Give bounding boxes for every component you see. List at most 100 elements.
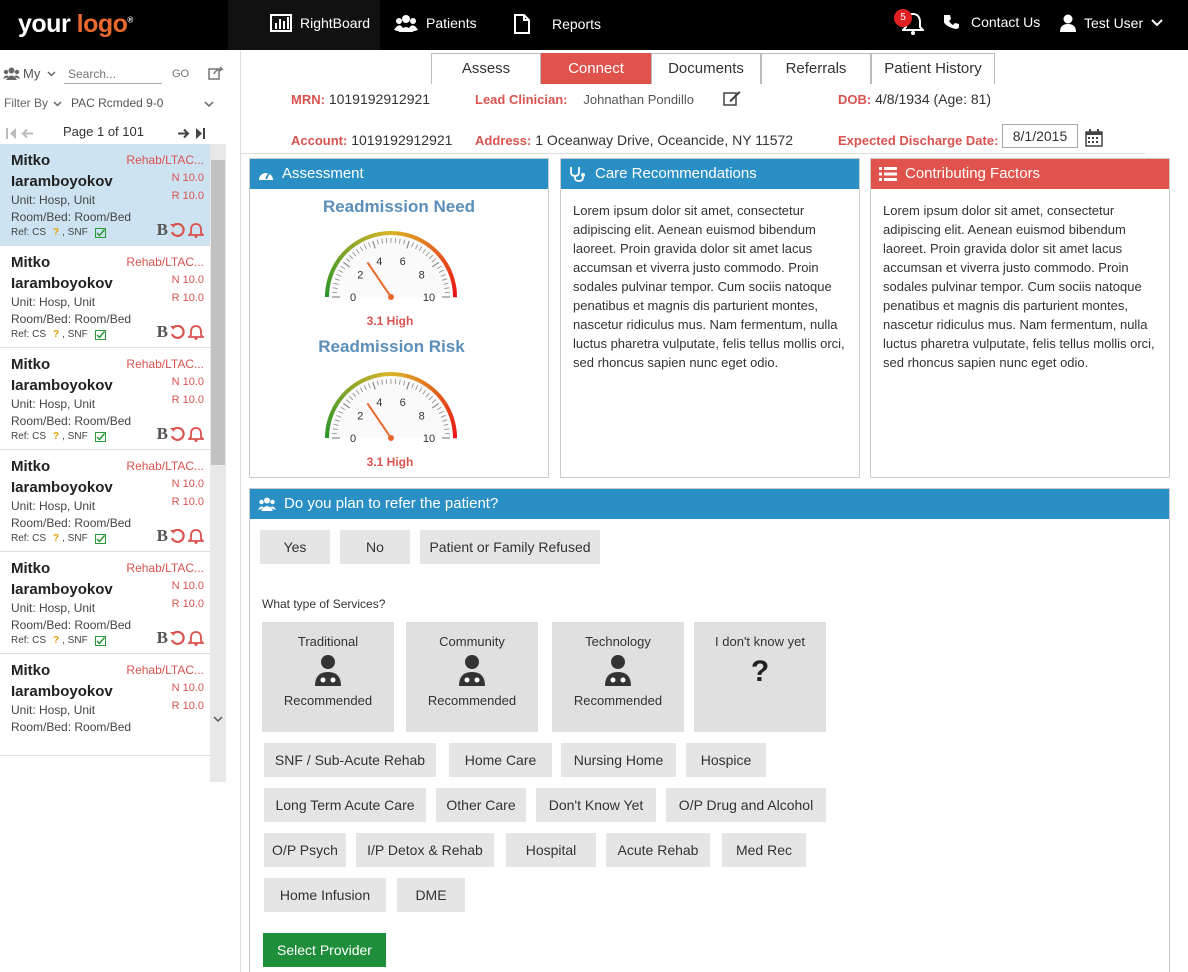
logo[interactable]: your logo® bbox=[18, 10, 133, 39]
patient-card[interactable]: Mitko Iaramboyokov Rehab/LTAC... N 10.0 R 10… bbox=[0, 144, 210, 246]
bell-icon[interactable] bbox=[188, 324, 204, 340]
gauge-band-segment bbox=[410, 234, 417, 240]
question-icon: ? bbox=[53, 431, 60, 442]
bold-b-icon[interactable]: B bbox=[157, 526, 168, 546]
my-filter[interactable]: My bbox=[23, 66, 40, 81]
gauge-band-segment bbox=[427, 384, 435, 391]
option-acute-rehab[interactable]: Acute Rehab bbox=[606, 833, 710, 867]
bold-b-icon[interactable]: B bbox=[157, 220, 168, 240]
tab-referrals[interactable]: Referrals bbox=[761, 53, 871, 84]
refresh-icon[interactable] bbox=[170, 426, 186, 442]
page-indicator: Page 1 of 101 bbox=[63, 124, 144, 139]
chevron-down-icon[interactable] bbox=[204, 101, 214, 107]
option-dme[interactable]: DME bbox=[397, 878, 465, 912]
bold-b-icon[interactable]: B bbox=[157, 628, 168, 648]
bell-icon[interactable] bbox=[188, 630, 204, 646]
patient-card[interactable]: Mitko Iaramboyokov Rehab/LTAC... N 10.0 R 10… bbox=[0, 552, 210, 654]
dashboard-icon bbox=[259, 172, 273, 180]
service-community[interactable]: Community Recommended bbox=[406, 622, 538, 732]
refresh-icon[interactable] bbox=[170, 528, 186, 544]
bell-icon[interactable] bbox=[188, 426, 204, 442]
option-home-infusion[interactable]: Home Infusion bbox=[264, 878, 386, 912]
gauge-band-segment bbox=[400, 231, 407, 237]
gauge-band-segment bbox=[438, 395, 445, 402]
refresh-icon[interactable] bbox=[170, 324, 186, 340]
nav-patients[interactable]: Patients bbox=[394, 14, 477, 32]
tab-documents[interactable]: Documents bbox=[651, 53, 761, 84]
option-home-care[interactable]: Home Care bbox=[449, 743, 552, 777]
tab-connect[interactable]: Connect bbox=[541, 53, 651, 84]
option-op-psych[interactable]: O/P Psych bbox=[264, 833, 346, 867]
refused-button[interactable]: Patient or Family Refused bbox=[420, 530, 600, 564]
first-prev-page-icons[interactable] bbox=[5, 128, 35, 139]
option-op-drug-alcohol[interactable]: O/P Drug and Alcohol bbox=[666, 788, 826, 822]
option-med-rec[interactable]: Med Rec bbox=[722, 833, 806, 867]
yes-button[interactable]: Yes bbox=[260, 530, 330, 564]
discharge-label: Expected Discharge Date: bbox=[838, 133, 999, 148]
bold-b-icon[interactable]: B bbox=[157, 322, 168, 342]
option-snf[interactable]: SNF / Sub-Acute Rehab bbox=[264, 743, 436, 777]
go-button[interactable]: GO bbox=[172, 68, 189, 80]
no-button[interactable]: No bbox=[340, 530, 410, 564]
option-other-care[interactable]: Other Care bbox=[436, 788, 526, 822]
option-long-term-acute[interactable]: Long Term Acute Care bbox=[264, 788, 426, 822]
patient-need-score: N 10.0 bbox=[171, 580, 204, 592]
service-dont-know[interactable]: I don't know yet ? bbox=[694, 622, 826, 732]
search-input[interactable] bbox=[64, 64, 162, 84]
user-menu[interactable]: Test User bbox=[1060, 14, 1163, 32]
gauge-band-segment bbox=[452, 286, 457, 293]
phone-icon bbox=[944, 15, 959, 29]
gauge-band-segment bbox=[328, 271, 334, 278]
calendar-icon[interactable] bbox=[1085, 129, 1103, 147]
nav-rightboard[interactable]: RightBoard bbox=[270, 14, 370, 32]
gauge-band-segment bbox=[365, 375, 373, 381]
bell-icon[interactable] bbox=[188, 222, 204, 238]
patient-card[interactable]: Mitko Iaramboyokov Rehab/LTAC... N 10.0 R 10… bbox=[0, 348, 210, 450]
gauge-band-segment bbox=[434, 250, 442, 257]
discharge-date-input[interactable]: 8/1/2015 bbox=[1002, 124, 1078, 148]
stethoscope-icon bbox=[570, 167, 585, 182]
gauge-band-segment bbox=[414, 377, 422, 383]
users-icon bbox=[258, 497, 276, 511]
option-dont-know-yet[interactable]: Don't Know Yet bbox=[536, 788, 656, 822]
bold-b-icon[interactable]: B bbox=[157, 424, 168, 444]
next-last-page-icons[interactable] bbox=[177, 128, 207, 139]
patient-card[interactable]: Mitko Iaramboyokov Rehab/LTAC... N 10.0 R 10… bbox=[0, 246, 210, 348]
contact-us-link[interactable]: Contact Us bbox=[944, 14, 1040, 30]
tab-assess[interactable]: Assess bbox=[431, 53, 541, 84]
chevron-down-icon[interactable] bbox=[53, 101, 62, 107]
export-icon[interactable] bbox=[208, 65, 224, 80]
readmission-risk-value: 3.1 High bbox=[366, 455, 414, 469]
doctor-icon bbox=[315, 655, 341, 686]
filter-select[interactable]: PAC Rcmded 9-0 bbox=[71, 96, 163, 110]
option-hospice[interactable]: Hospice bbox=[686, 743, 766, 777]
refresh-icon[interactable] bbox=[170, 222, 186, 238]
option-hospital[interactable]: Hospital bbox=[506, 833, 596, 867]
service-community-sub: Recommended bbox=[427, 693, 517, 708]
chevron-down-icon[interactable] bbox=[47, 71, 56, 77]
service-technology-label: Technology bbox=[585, 634, 651, 649]
scroll-down-icon[interactable] bbox=[213, 716, 223, 723]
service-dont-know-label: I don't know yet bbox=[715, 634, 805, 649]
filter-row[interactable]: Filter By PAC Rcmded 9-0 bbox=[0, 94, 226, 114]
scrollbar-thumb[interactable] bbox=[211, 160, 225, 465]
bell-icon[interactable] bbox=[188, 528, 204, 544]
gauge-tick-label: 10 bbox=[423, 292, 435, 303]
gauge-band-segment bbox=[325, 281, 331, 288]
service-technology[interactable]: Technology Recommended bbox=[552, 622, 684, 732]
tab-patient-history[interactable]: Patient History bbox=[871, 53, 995, 84]
service-traditional[interactable]: Traditional Recommended bbox=[262, 622, 394, 732]
option-nursing-home[interactable]: Nursing Home bbox=[561, 743, 676, 777]
readmission-need-gauge: 02 4 6 8 10 bbox=[325, 231, 458, 303]
edit-icon[interactable] bbox=[723, 90, 741, 106]
patient-card[interactable]: Mitko Iaramboyokov Rehab/LTAC... N 10.0 R 10… bbox=[0, 654, 210, 756]
gauge-tick-label: 2 bbox=[357, 411, 363, 423]
patient-card[interactable]: Mitko Iaramboyokov Rehab/LTAC... N 10.0 R 10… bbox=[0, 450, 210, 552]
service-traditional-label: Traditional bbox=[297, 634, 359, 649]
readmission-risk-gauge: 02 4 6 8 10 bbox=[325, 372, 458, 444]
nav-reports[interactable]: Reports bbox=[514, 14, 601, 34]
refresh-icon[interactable] bbox=[170, 630, 186, 646]
select-provider-button[interactable]: Select Provider bbox=[263, 933, 386, 967]
file-icon bbox=[514, 14, 530, 34]
option-ip-detox[interactable]: I/P Detox & Rehab bbox=[356, 833, 494, 867]
